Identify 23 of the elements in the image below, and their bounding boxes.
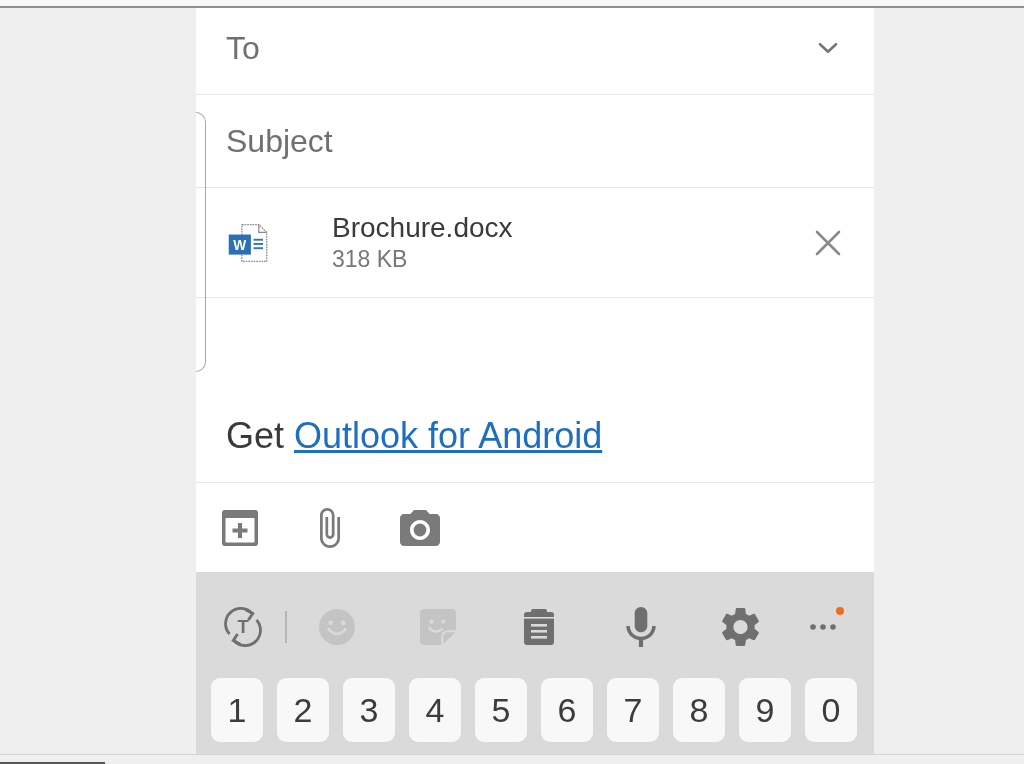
close-icon: [815, 229, 841, 256]
outlook-link[interactable]: Outlook for Android: [294, 415, 603, 456]
number-key[interactable]: 1: [211, 678, 263, 742]
to-field[interactable]: To: [226, 8, 808, 88]
number-key[interactable]: 8: [673, 678, 725, 742]
chevron-down-icon: [818, 42, 838, 54]
number-key[interactable]: 0: [805, 678, 857, 742]
number-key[interactable]: 3: [343, 678, 395, 742]
attachment-size: 318 KB: [332, 244, 408, 274]
number-key[interactable]: 6: [541, 678, 593, 742]
message-body-field[interactable]: Get Outlook for Android: [196, 298, 874, 483]
signature-text: Get Outlook for Android: [226, 415, 603, 457]
paperclip-icon: [320, 507, 340, 548]
attachment-name: Brochure.docx: [332, 211, 513, 244]
subject-field[interactable]: Subject: [226, 95, 848, 187]
number-key[interactable]: 4: [409, 678, 461, 742]
scrollbar-thumb[interactable]: [0, 762, 105, 764]
camera-icon: [400, 509, 440, 546]
number-key[interactable]: 7: [607, 678, 659, 742]
number-key[interactable]: 2: [277, 678, 329, 742]
number-key[interactable]: 5: [475, 678, 527, 742]
number-key[interactable]: 9: [739, 678, 791, 742]
calendar-plus-icon: [222, 509, 258, 546]
